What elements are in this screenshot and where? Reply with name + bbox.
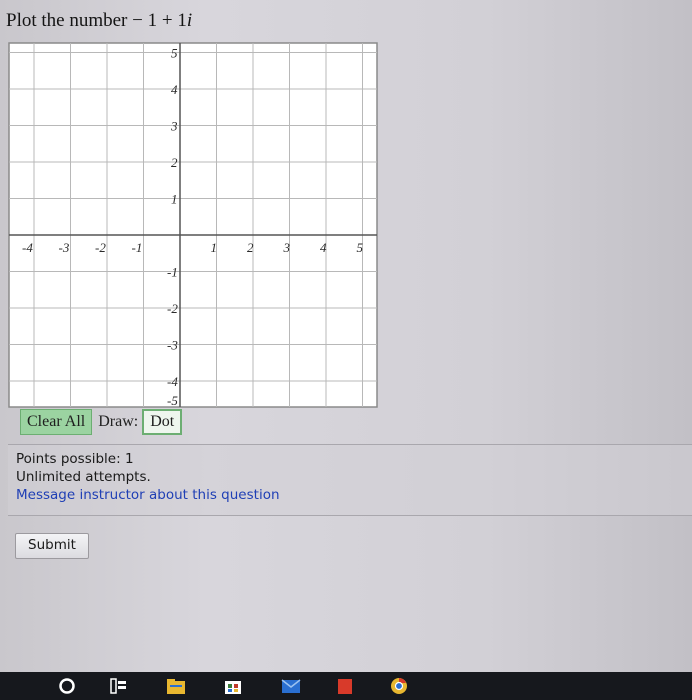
x-tick-label: 1: [211, 240, 218, 255]
search-circle-icon[interactable]: [56, 676, 78, 696]
y-tick-label: -3: [167, 338, 178, 353]
x-tick-label: 3: [283, 240, 291, 255]
message-instructor-link[interactable]: Message instructor about this question: [16, 487, 280, 503]
math-real-part: 1: [147, 10, 158, 31]
graph-canvas[interactable]: -5 -4 -3 -2 -1 1 2 3 4 5 5 4 3 2 1 -1 -2…: [8, 42, 378, 408]
y-tick-label: -4: [167, 374, 178, 389]
math-plus: +: [161, 10, 173, 31]
y-tick-label: 4: [171, 82, 178, 97]
y-tick-label: 2: [171, 155, 178, 170]
windows-taskbar: [0, 672, 692, 700]
x-tick-label: -1: [132, 240, 143, 255]
attempts-info: Unlimited attempts.: [16, 469, 151, 485]
x-tick-label: 4: [320, 240, 327, 255]
x-tick-label: 5: [357, 240, 364, 255]
app-icon[interactable]: [334, 676, 356, 696]
y-tick-label: 5: [171, 46, 178, 61]
math-imag-unit: i: [186, 10, 193, 31]
clear-all-button[interactable]: Clear All: [20, 409, 93, 435]
file-explorer-icon[interactable]: [165, 676, 187, 696]
graph-background[interactable]: [8, 42, 378, 408]
task-view-icon[interactable]: [108, 676, 130, 696]
store-icon[interactable]: [222, 676, 244, 696]
y-tick-label: -2: [167, 301, 178, 316]
x-tick-label: 2: [247, 240, 254, 255]
dot-tool-button[interactable]: Dot: [142, 409, 183, 435]
question-info-panel: Points possible: 1 Unlimited attempts. M…: [8, 444, 692, 516]
points-possible: Points possible: 1: [16, 451, 134, 467]
question-prompt: Plot the number − 1 + 1i: [6, 10, 192, 32]
chrome-icon[interactable]: [388, 676, 410, 696]
y-tick-label: 1: [171, 192, 178, 207]
math-minus: −: [132, 10, 143, 31]
math-imag-coef: 1: [177, 10, 187, 31]
x-tick-label: -4: [22, 240, 33, 255]
x-tick-label: -3: [59, 240, 70, 255]
y-tick-label: 3: [170, 119, 178, 134]
draw-label: Draw:: [98, 413, 139, 430]
mail-icon[interactable]: [280, 676, 302, 696]
coordinate-graph[interactable]: -5 -4 -3 -2 -1 1 2 3 4 5 5 4 3 2 1 -1 -2…: [8, 42, 378, 408]
graph-toolbar: Clear All Draw: Dot: [20, 408, 183, 436]
submit-button[interactable]: Submit: [15, 533, 89, 559]
y-tick-label: -5: [167, 393, 178, 408]
question-text: Plot the number: [6, 10, 128, 31]
x-tick-label: -2: [95, 240, 106, 255]
y-tick-label: -1: [167, 265, 178, 280]
